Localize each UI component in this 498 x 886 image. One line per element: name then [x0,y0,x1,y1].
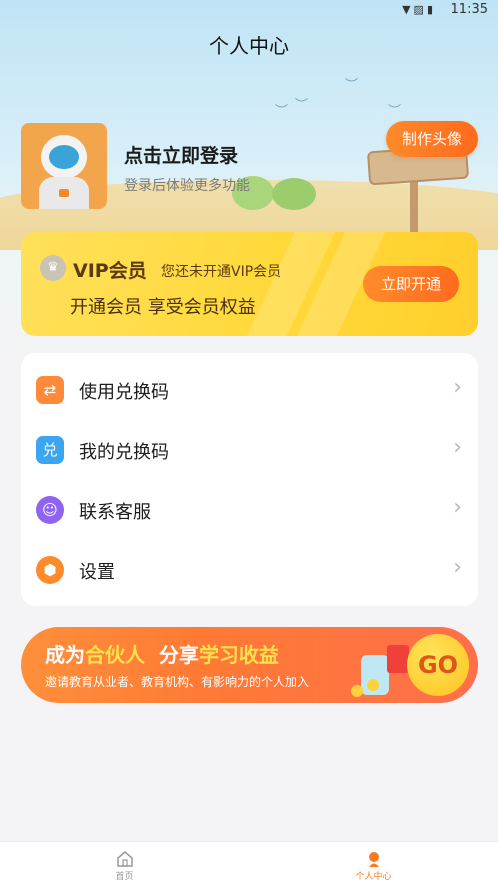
login-subtitle: 登录后体验更多功能 [124,178,250,194]
menu-item-label: 我的兑换码 [79,442,169,463]
vip-card[interactable]: ♛ VIP会员 您还未开通VIP会员 开通会员 享受会员权益 立即开通 [21,232,478,336]
status-icons: ▼▨▮ [402,3,436,16]
menu-item-label: 联系客服 [79,502,151,523]
headset-icon: ☺ [36,496,64,524]
partner-banner[interactable]: 成为合伙人 分享学习收益 邀请教育从业者、教育机构、有影响力的个人加入 GO [21,627,478,703]
chevron-right-icon: › [453,435,462,460]
partner-title: 成为合伙人 分享学习收益 [45,639,279,668]
avatar[interactable] [21,123,107,209]
ticket-icon: ⇄ [36,376,64,404]
bush-decoration [272,178,316,210]
coin-icon [367,679,379,691]
bird-icon: ︶ [275,104,289,119]
red-envelope-illustration [387,645,409,673]
make-avatar-button[interactable]: 制作头像 [386,121,478,157]
partner-subtitle: 邀请教育从业者、教育机构、有影响力的个人加入 [45,675,310,689]
bird-icon: ︶ [295,98,309,113]
chevron-right-icon: › [453,495,462,520]
chevron-right-icon: › [453,555,462,580]
home-icon [117,851,133,867]
menu-item-label: 设置 [79,562,115,583]
partner-title-part1: 成为 [45,643,85,667]
menu-item-customer-service[interactable]: ☺ 联系客服 › [21,480,478,540]
crown-icon: ♛ [40,255,66,281]
partner-title-highlight1: 合伙人 [85,643,145,667]
bird-icon: ︶ [345,78,359,93]
astronaut-badge [59,189,69,197]
astronaut-visor [49,145,79,169]
go-button[interactable]: GO [407,634,469,696]
partner-title-part2: 分享 [158,643,199,667]
menu-item-my-redeem-codes[interactable]: 兑 我的兑换码 › [21,420,478,480]
partner-title-highlight2: 学习收益 [198,643,279,667]
menu-item-label: 使用兑换码 [79,382,169,403]
vip-status: 您还未开通VIP会员 [161,264,282,280]
page-title: 个人中心 [209,34,289,58]
menu-item-settings[interactable]: ⬢ 设置 › [21,540,478,600]
vip-open-button[interactable]: 立即开通 [363,266,459,302]
tab-home[interactable]: 首页 [0,842,249,886]
menu-card: ⇄ 使用兑换码 › 兑 我的兑换码 › ☺ 联系客服 › ⬢ 设置 › [21,353,478,606]
user-icon [369,852,379,867]
menu-item-use-redeem-code[interactable]: ⇄ 使用兑换码 › [21,360,478,420]
redeem-icon: 兑 [36,436,64,464]
chevron-right-icon: › [453,375,462,400]
vip-benefit: 开通会员 享受会员权益 [70,297,256,318]
settings-icon: ⬢ [36,556,64,584]
status-time: 11:35 [450,2,488,17]
wifi-icon: ▼ [402,3,414,16]
coin-icon [351,685,363,697]
status-bar: ▼▨▮ 11:35 [0,0,498,22]
vip-title: VIP会员 [73,260,147,282]
login-title[interactable]: 点击立即登录 [124,141,238,168]
tab-bar: 首页 个人中心 [0,841,498,886]
battery-icon: ▮ [426,3,436,16]
no-sim-icon: ▨ [413,3,427,16]
tab-profile[interactable]: 个人中心 [249,842,498,886]
tab-label: 个人中心 [355,872,392,882]
tab-label: 首页 [115,872,134,882]
bird-icon: ︶ [388,104,402,119]
